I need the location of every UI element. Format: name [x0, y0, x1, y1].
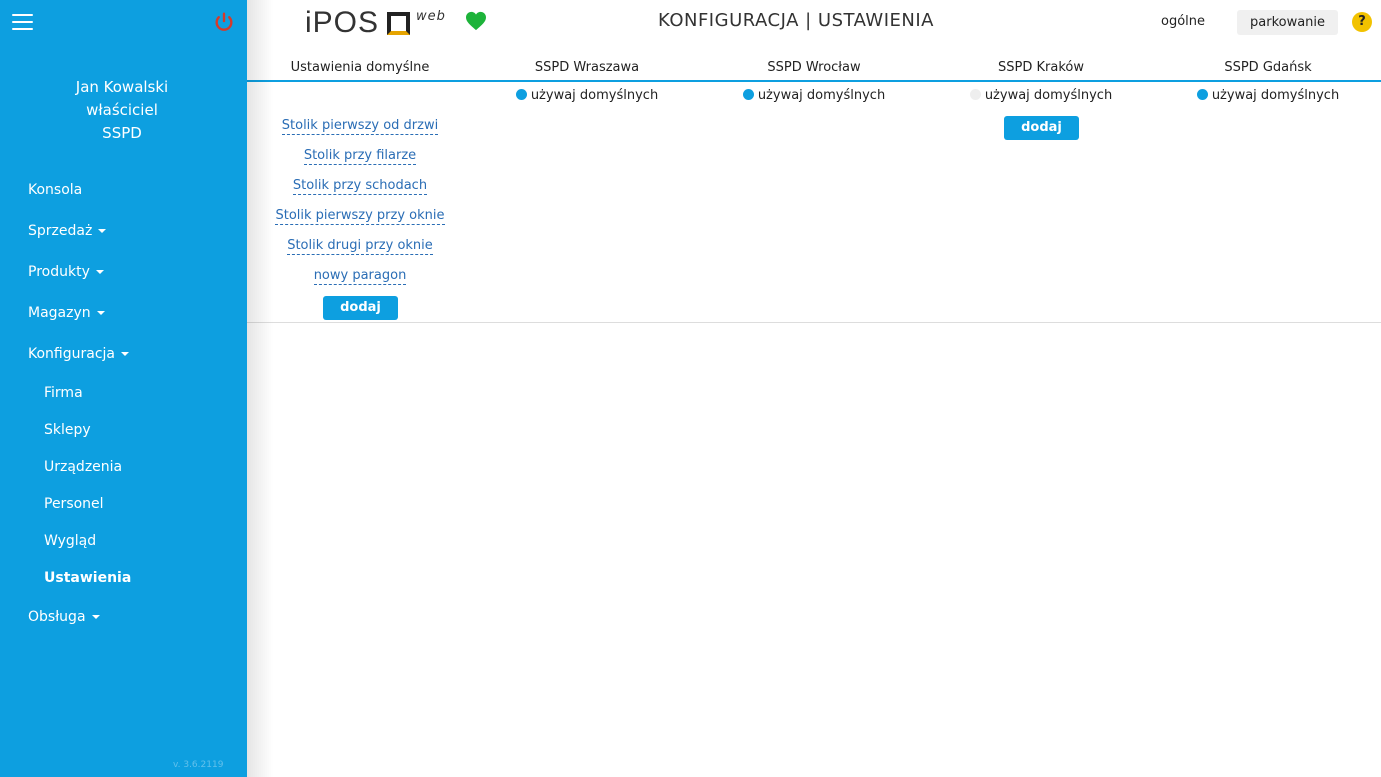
- nav-sub-wyglad[interactable]: Wygląd: [44, 533, 96, 549]
- default-item-link[interactable]: Stolik pierwszy przy oknie: [260, 208, 460, 225]
- add-krakow-button[interactable]: dodaj: [1004, 116, 1079, 140]
- caret-down-icon: [96, 311, 105, 315]
- default-item-link[interactable]: Stolik przy schodach: [260, 178, 460, 195]
- radio-use-default-gdansk[interactable]: używaj domyślnych: [1168, 88, 1368, 103]
- ipos-logo: iPOS web: [305, 6, 445, 40]
- nav-sub-personel[interactable]: Personel: [44, 496, 104, 512]
- nav-konsola[interactable]: Konsola: [28, 182, 82, 198]
- add-default-button[interactable]: dodaj: [323, 296, 398, 320]
- radio-dot-icon: [515, 89, 527, 100]
- user-info: Jan Kowalski właściciel SSPD: [0, 76, 244, 145]
- user-role: właściciel: [86, 101, 158, 119]
- power-icon[interactable]: [213, 11, 235, 33]
- user-company: SSPD: [102, 124, 142, 142]
- nav-magazyn[interactable]: Magazyn: [28, 305, 105, 321]
- radio-use-default-wroclaw[interactable]: używaj domyślnych: [714, 88, 914, 103]
- user-name: Jan Kowalski: [75, 78, 169, 96]
- nav-konfiguracja[interactable]: Konfiguracja: [28, 346, 130, 362]
- col-header-default: Ustawienia domyślne: [290, 60, 430, 75]
- radio-use-default-warszawa[interactable]: używaj domyślnych: [487, 88, 687, 103]
- radio-use-default-krakow[interactable]: używaj domyślnych: [941, 88, 1141, 103]
- nav-sprzedaz[interactable]: Sprzedaż: [28, 223, 107, 239]
- sidebar-shadow: [247, 0, 273, 777]
- logo-suffix: web: [416, 9, 446, 24]
- logo-text: iPOS: [305, 6, 380, 39]
- tab-parkowanie[interactable]: parkowanie: [1237, 10, 1339, 35]
- header-divider: [247, 80, 1381, 82]
- default-item-link[interactable]: Stolik pierwszy od drzwi: [260, 118, 460, 135]
- tab-ogolne[interactable]: ogólne: [1161, 14, 1205, 29]
- caret-down-icon: [98, 229, 107, 233]
- nav-sub-urzadzenia[interactable]: Urządzenia: [44, 459, 122, 475]
- col-header-krakow: SSPD Kraków: [998, 60, 1084, 75]
- nav-sub-ustawienia[interactable]: Ustawienia: [44, 570, 131, 586]
- caret-down-icon: [91, 615, 100, 619]
- section-divider: [247, 322, 1381, 323]
- nav-sub-firma[interactable]: Firma: [44, 385, 83, 401]
- page-title: KONFIGURACJA | USTAWIENIA: [658, 10, 934, 31]
- nav-obsluga[interactable]: Obsługa: [28, 609, 100, 625]
- radio-dot-icon: [969, 89, 981, 100]
- caret-down-icon: [95, 270, 104, 274]
- col-header-warszawa: SSPD Wraszawa: [534, 60, 640, 75]
- caret-down-icon: [121, 352, 130, 356]
- default-item-link[interactable]: Stolik drugi przy oknie: [260, 238, 460, 255]
- nav-produkty[interactable]: Produkty: [28, 264, 104, 280]
- col-header-wroclaw: SSPD Wrocław: [767, 60, 861, 75]
- col-header-gdansk: SSPD Gdańsk: [1224, 60, 1312, 75]
- sidebar: Jan Kowalski właściciel SSPD Konsola Spr…: [0, 0, 247, 777]
- hamburger-menu-icon[interactable]: [12, 14, 33, 30]
- heart-icon: [466, 11, 486, 31]
- help-icon[interactable]: ?: [1352, 12, 1372, 32]
- logo-box-icon: [387, 12, 410, 35]
- default-item-link[interactable]: Stolik przy filarze: [260, 148, 460, 165]
- default-item-link[interactable]: nowy paragon: [260, 268, 460, 285]
- radio-dot-icon: [1196, 89, 1208, 100]
- radio-dot-icon: [742, 89, 754, 100]
- nav-sub-sklepy[interactable]: Sklepy: [44, 422, 91, 438]
- version-label: v. 3.6.2119: [173, 760, 224, 770]
